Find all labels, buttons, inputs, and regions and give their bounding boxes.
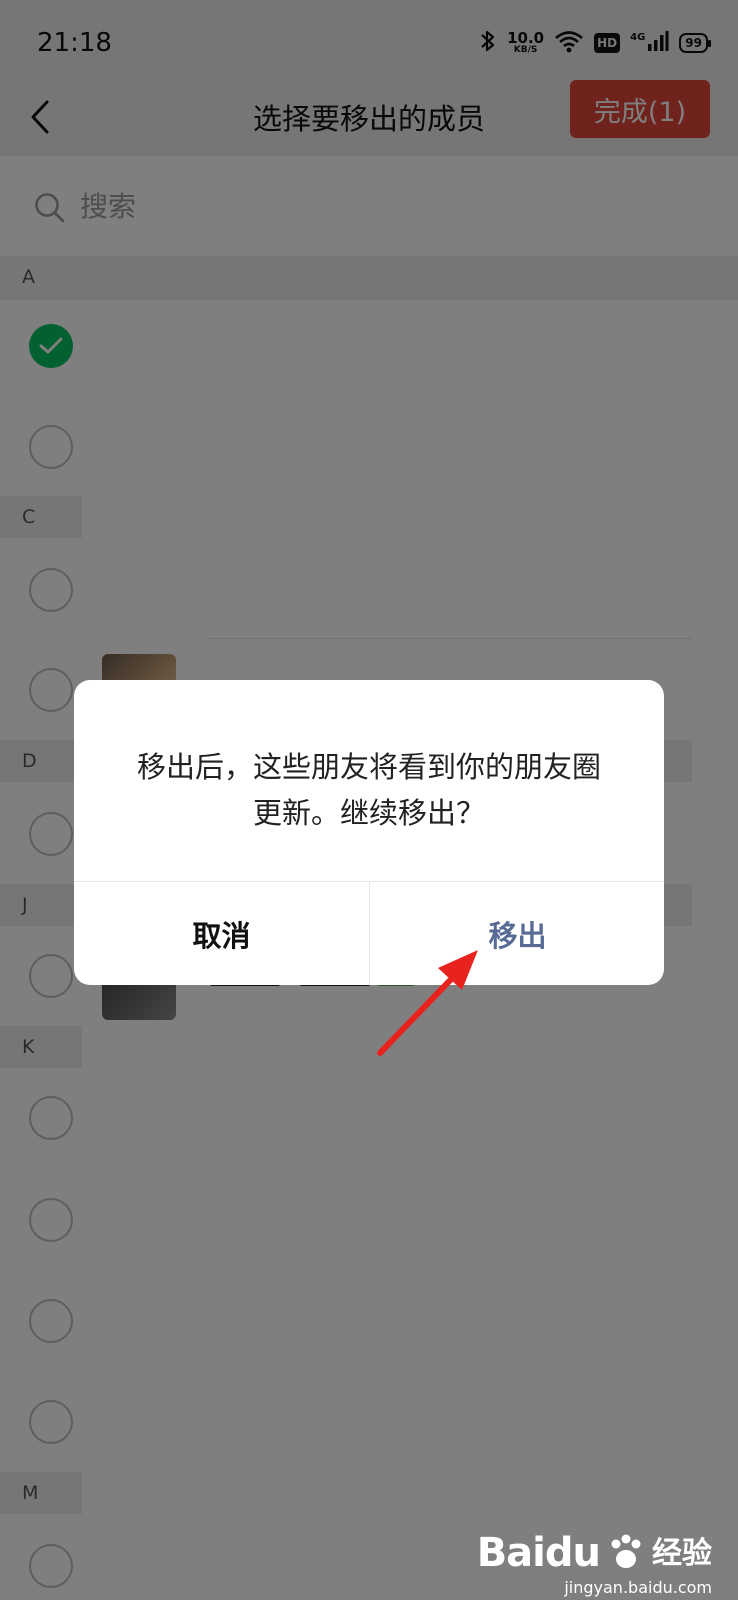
- annotation-arrow-icon: [377, 950, 478, 1056]
- cancel-button[interactable]: 取消: [74, 882, 369, 985]
- paw-icon: [606, 1532, 646, 1576]
- watermark-logo: Baidu: [476, 1530, 601, 1576]
- watermark-url: jingyan.baidu.com: [564, 1578, 712, 1597]
- watermark-suffix: 经验: [652, 1536, 712, 1571]
- dialog-message: 移出后，这些朋友将看到你的朋友圈更新。继续移出？: [136, 750, 601, 830]
- baidu-watermark: Baidu 经验 jingyan.baidu.com: [476, 1528, 712, 1597]
